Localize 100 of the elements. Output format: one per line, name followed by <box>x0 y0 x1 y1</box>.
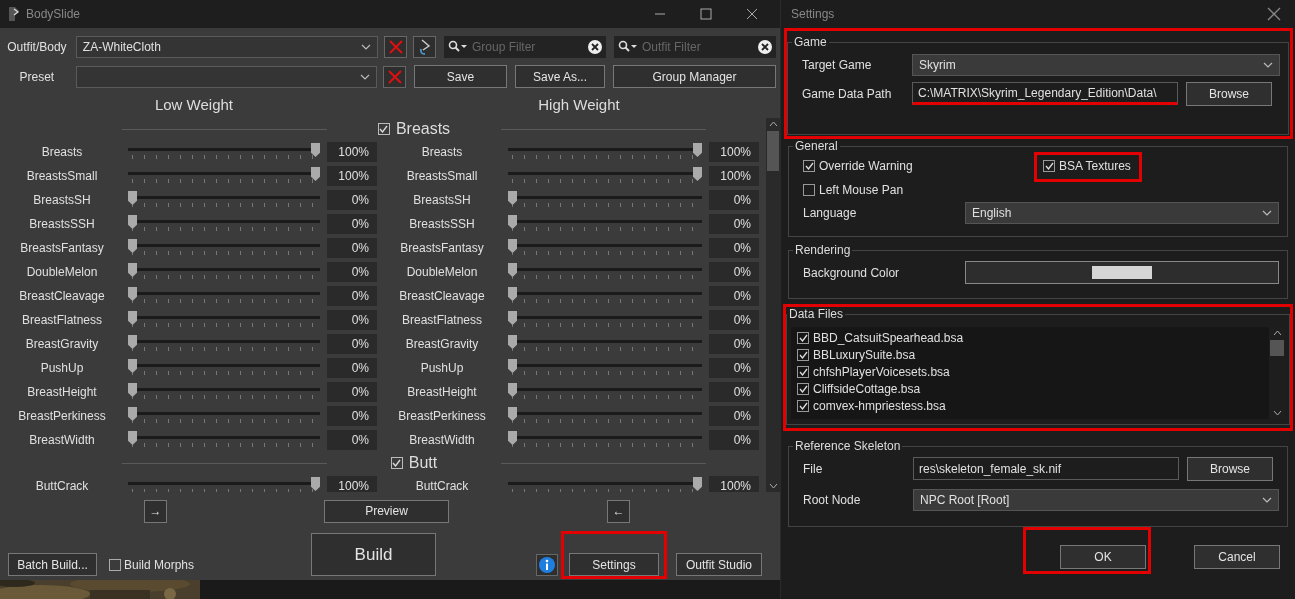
slider[interactable] <box>508 476 702 492</box>
list-item[interactable]: CliffsideCottage.bsa <box>813 381 921 396</box>
slider[interactable] <box>508 166 702 186</box>
slider[interactable] <box>508 262 702 282</box>
slider[interactable] <box>128 310 320 330</box>
game-dropdown[interactable]: Skyrim <box>912 53 1280 76</box>
value-field[interactable]: 100% <box>327 166 377 186</box>
scrollbar[interactable] <box>766 118 780 492</box>
slider[interactable] <box>508 430 702 450</box>
value-field[interactable]: 0% <box>709 238 759 258</box>
value-field[interactable]: 0% <box>709 286 759 306</box>
checkbox[interactable] <box>797 348 809 361</box>
slider[interactable] <box>508 406 702 426</box>
slider[interactable] <box>508 382 702 402</box>
slider-thumb[interactable] <box>508 263 517 277</box>
slider-thumb[interactable] <box>311 143 320 157</box>
slider[interactable] <box>128 334 320 354</box>
slider-thumb[interactable] <box>508 215 517 229</box>
checkbox[interactable] <box>797 399 809 412</box>
slider-thumb[interactable] <box>508 287 517 301</box>
preview-button[interactable]: Preview <box>324 499 449 523</box>
slider[interactable] <box>128 142 320 162</box>
value-field[interactable]: 0% <box>327 262 377 282</box>
slider[interactable] <box>128 262 320 282</box>
slider-thumb[interactable] <box>508 359 517 373</box>
dialog-button[interactable]: OK <box>1060 545 1146 569</box>
slider[interactable] <box>508 238 702 258</box>
slider-thumb[interactable] <box>128 191 137 205</box>
value-field[interactable]: 0% <box>709 190 759 210</box>
batch-build-button[interactable]: Batch Build... <box>8 553 97 576</box>
root-node-dropdown[interactable]: NPC Root [Root] <box>913 488 1279 511</box>
value-field[interactable]: 0% <box>327 406 377 426</box>
checkbox[interactable] <box>390 457 403 469</box>
slider-thumb[interactable] <box>128 335 137 349</box>
slider[interactable] <box>128 358 320 378</box>
search-box[interactable]: Group Filter <box>444 35 606 58</box>
slider-thumb[interactable] <box>508 407 517 421</box>
dialog-button[interactable]: Cancel <box>1194 545 1280 569</box>
checkbox[interactable] <box>1043 160 1055 172</box>
slider-thumb[interactable] <box>693 143 702 157</box>
slider-thumb[interactable] <box>128 239 137 253</box>
slider-thumb[interactable] <box>128 359 137 373</box>
list-item[interactable]: chfshPlayerVoicesets.bsa <box>813 364 950 379</box>
list-item[interactable]: BBLuxurySuite.bsa <box>813 347 916 362</box>
slider[interactable] <box>128 214 320 234</box>
value-field[interactable]: 0% <box>327 286 377 306</box>
outfit-studio-button[interactable]: Outfit Studio <box>676 553 762 576</box>
slider[interactable] <box>508 358 702 378</box>
slider-thumb[interactable] <box>508 239 517 253</box>
color-picker-button[interactable] <box>965 261 1279 284</box>
scrollbar-thumb[interactable] <box>1270 340 1284 356</box>
slider[interactable] <box>508 286 702 306</box>
slider[interactable] <box>128 406 320 426</box>
file-field[interactable]: res\skeleton_female_sk.nif <box>913 457 1179 480</box>
slider[interactable] <box>128 382 320 402</box>
slider[interactable] <box>508 310 702 330</box>
slider[interactable] <box>128 430 320 450</box>
value-field[interactable]: 0% <box>327 190 377 210</box>
slider-thumb[interactable] <box>128 407 137 421</box>
value-field[interactable]: 0% <box>327 238 377 258</box>
value-field[interactable]: 0% <box>327 334 377 354</box>
checkbox[interactable] <box>803 160 815 172</box>
copy-left-button[interactable]: ← <box>607 499 630 523</box>
slider[interactable] <box>128 286 320 306</box>
slider[interactable] <box>508 190 702 210</box>
value-field[interactable]: 0% <box>327 214 377 234</box>
slider-thumb[interactable] <box>311 167 320 181</box>
language-dropdown[interactable]: English <box>965 201 1279 224</box>
value-field[interactable]: 100% <box>709 142 759 162</box>
value-field[interactable]: 0% <box>709 358 759 378</box>
value-field[interactable]: 0% <box>709 310 759 330</box>
browse-button[interactable]: Browse <box>1187 456 1273 481</box>
info-button[interactable] <box>536 554 558 576</box>
slider-thumb[interactable] <box>508 311 517 325</box>
filter-field[interactable]: Outfit Filter <box>642 39 754 54</box>
slider[interactable] <box>508 214 702 234</box>
browse-button[interactable]: Browse <box>1186 81 1272 106</box>
copy-right-button[interactable]: → <box>144 499 167 523</box>
value-field[interactable]: 0% <box>327 358 377 378</box>
checkbox[interactable] <box>377 123 390 135</box>
slider-thumb[interactable] <box>508 191 517 205</box>
checkbox[interactable] <box>797 365 809 378</box>
slider-thumb[interactable] <box>128 431 137 445</box>
slider[interactable] <box>508 334 702 354</box>
checkbox[interactable] <box>109 558 121 571</box>
checkbox[interactable] <box>797 382 809 395</box>
settings-button[interactable]: Settings <box>569 553 659 576</box>
value-field[interactable]: 100% <box>709 476 759 492</box>
checkbox[interactable] <box>797 331 809 344</box>
slider-thumb[interactable] <box>128 311 137 325</box>
slider-thumb[interactable] <box>128 383 137 397</box>
value-field[interactable]: 0% <box>709 334 759 354</box>
clear-button[interactable] <box>384 35 408 58</box>
outfit-dropdown[interactable]: ZA-WhiteCloth <box>75 35 379 58</box>
slider[interactable] <box>128 238 320 258</box>
checkbox[interactable] <box>803 184 815 196</box>
checkbox-field[interactable]: BSA Textures <box>1043 159 1131 173</box>
slider-thumb[interactable] <box>508 383 517 397</box>
scrollbar-thumb[interactable] <box>767 131 779 171</box>
clear-button[interactable] <box>383 65 406 88</box>
